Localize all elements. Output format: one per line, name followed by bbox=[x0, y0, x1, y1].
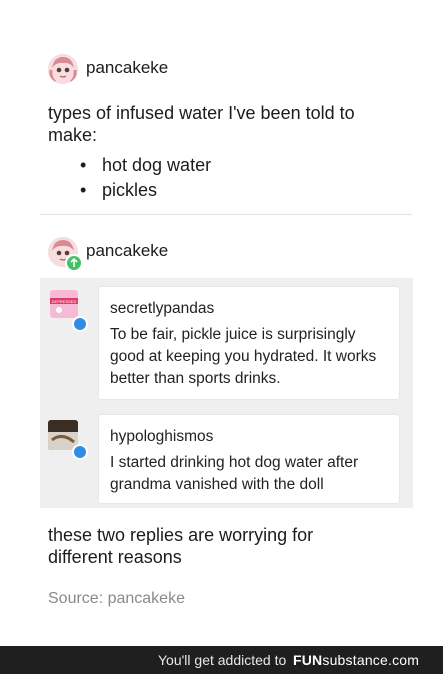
reply-username[interactable]: hypologhismos bbox=[110, 428, 213, 446]
reblog-icon bbox=[65, 254, 83, 272]
reply-text: I started drinking hot dog water after g… bbox=[110, 454, 359, 493]
brand-sub: substance bbox=[322, 652, 388, 668]
brand-fun: FUN bbox=[293, 652, 323, 668]
svg-text:DEPRESSED: DEPRESSED bbox=[52, 299, 77, 304]
watermark-footer: You'll get addicted to FUNsubstance.com bbox=[0, 646, 443, 674]
footer-tagline: You'll get addicted to bbox=[158, 652, 287, 668]
list-item: pickles bbox=[76, 178, 211, 203]
reply-text: To be fair, pickle juice is surprisingly… bbox=[110, 326, 377, 387]
reblog-comment: these two replies are worrying for diffe… bbox=[48, 525, 314, 567]
brand-tld: .com bbox=[388, 652, 420, 668]
reblog-username[interactable]: pancakeke bbox=[86, 241, 168, 261]
divider bbox=[40, 214, 412, 215]
avatar[interactable] bbox=[48, 237, 83, 272]
list-item: hot dog water bbox=[76, 153, 211, 178]
avatar[interactable] bbox=[48, 54, 78, 84]
reply-username[interactable]: secretlypandas bbox=[110, 300, 214, 318]
reply-avatar-image: DEPRESSED bbox=[50, 290, 78, 318]
post-text: types of infused water I've been told to… bbox=[48, 103, 355, 145]
reply-icon bbox=[72, 444, 88, 460]
source-link[interactable]: Source: pancakeke bbox=[48, 590, 185, 608]
reply-avatar[interactable]: DEPRESSED bbox=[50, 290, 78, 318]
post-list: hot dog water pickles bbox=[76, 153, 211, 203]
avatar-image bbox=[48, 54, 78, 84]
post-username[interactable]: pancakeke bbox=[86, 58, 168, 78]
footer-brand: FUNsubstance.com bbox=[293, 646, 419, 674]
reply-icon bbox=[72, 316, 88, 332]
